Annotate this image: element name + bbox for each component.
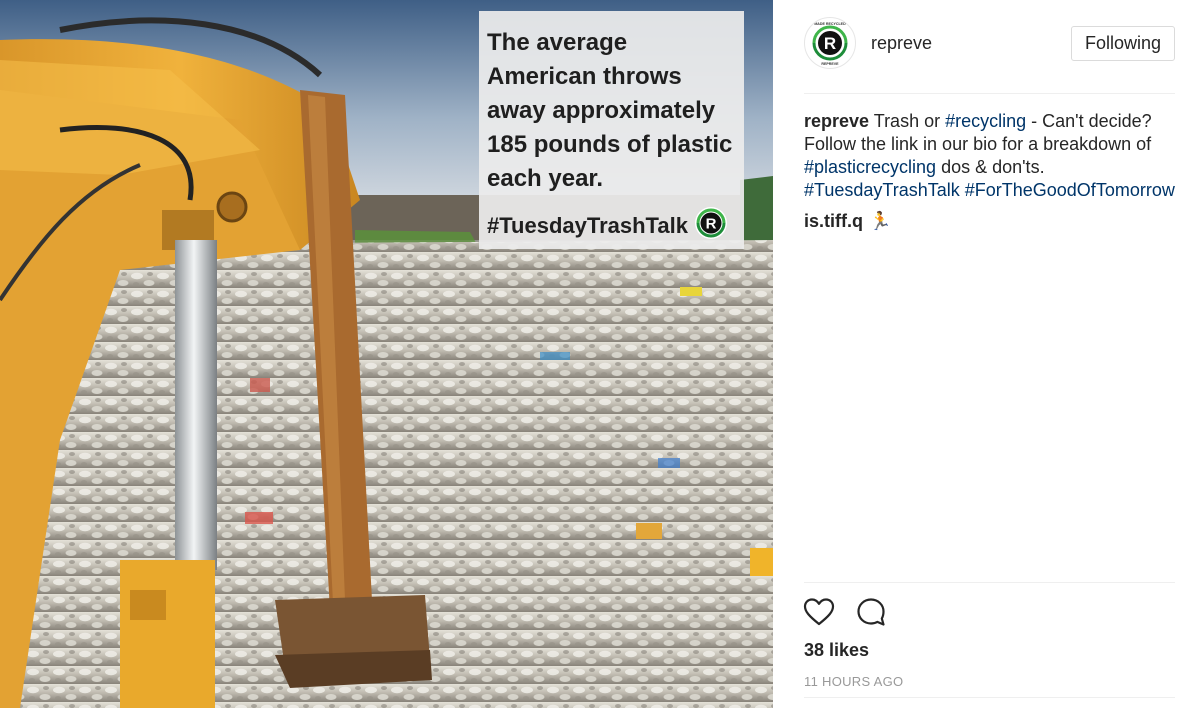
hashtag-link[interactable]: #TuesdayTrashTalk <box>804 180 960 200</box>
avatar-top-text: MADE RECYCLED <box>814 22 846 26</box>
avatar-bottom-text: REPREVE <box>821 62 839 66</box>
post-timestamp[interactable]: 11 HOURS AGO <box>804 674 903 689</box>
caption-text: dos & don'ts. <box>936 157 1045 177</box>
following-button[interactable]: Following <box>1071 26 1175 61</box>
overlay-logo-letter: R <box>706 216 717 233</box>
header-divider <box>804 93 1175 94</box>
post-username[interactable]: repreve <box>871 33 932 54</box>
caption-text: Trash or <box>869 111 946 131</box>
overlay-hashtag: #TuesdayTrashTalk <box>487 213 688 238</box>
comment-username[interactable]: is.tiff.q <box>804 211 863 231</box>
comment-icon[interactable] <box>855 596 887 628</box>
caption-username[interactable]: repreve <box>804 111 869 131</box>
post-photo[interactable]: The average American throws away approxi… <box>0 0 773 708</box>
avatar-letter: R <box>824 34 836 53</box>
hashtag-link[interactable]: #recycling <box>945 111 1026 131</box>
likes-count[interactable]: 38 likes <box>804 640 869 661</box>
repreve-avatar-icon: R MADE RECYCLED REPREVE <box>806 19 854 67</box>
runner-emoji: 🏃 <box>869 211 892 231</box>
post-caption: repreve Trash or #recycling - Can't deci… <box>804 110 1179 202</box>
overlay-statistic-text: The average American throws away approxi… <box>487 29 733 192</box>
footer-divider <box>804 697 1175 698</box>
post-details-panel <box>773 0 1200 708</box>
comment: is.tiff.q 🏃 <box>804 211 891 232</box>
repreve-logo-icon: R <box>695 207 727 239</box>
actions-divider <box>804 582 1175 583</box>
hashtag-link[interactable]: #plasticrecycling <box>804 157 936 177</box>
avatar[interactable]: R MADE RECYCLED REPREVE <box>804 17 856 69</box>
heart-icon[interactable] <box>803 596 835 628</box>
hashtag-link[interactable]: #ForTheGoodOfTomorrow <box>965 180 1175 200</box>
